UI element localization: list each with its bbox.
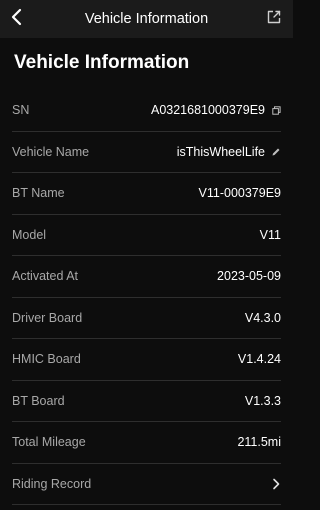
row-bt-board: BT Board V1.3.3 — [12, 381, 281, 422]
activated-at-label: Activated At — [12, 269, 79, 284]
bt-board-value: V1.3.3 — [244, 393, 281, 408]
bt-board-label: BT Board — [12, 393, 65, 408]
row-total-mileage: Total Mileage 211.5mi — [12, 422, 281, 464]
sn-label: SN — [12, 103, 30, 118]
model-value: V11 — [259, 227, 281, 242]
edit-pencil-icon[interactable] — [271, 147, 281, 157]
model-label: Model — [12, 227, 47, 242]
row-hmic-board: HMIC Board V1.4.24 — [12, 339, 281, 381]
total-mileage-value: 211.5mi — [237, 435, 281, 450]
sn-value: A0321681000379E9 — [150, 103, 265, 118]
row-activated-at: Activated At 2023-05-09 — [12, 256, 281, 298]
vehicle-name-label: Vehicle Name — [12, 144, 90, 159]
top-navigation-bar: Vehicle Information — [0, 0, 293, 38]
chevron-right-icon — [271, 477, 281, 491]
bt-name-label: BT Name — [12, 186, 65, 201]
row-model: Model V11 — [12, 215, 281, 256]
row-riding-record[interactable]: Riding Record — [12, 464, 281, 505]
hmic-board-label: HMIC Board — [12, 352, 81, 367]
copy-icon[interactable] — [271, 105, 281, 115]
activated-at-value: 2023-05-09 — [217, 269, 281, 284]
share-button[interactable] — [263, 8, 285, 30]
row-bt-name: BT Name V11-000379E9 — [12, 173, 281, 215]
vehicle-info-list: SN A0321681000379E9 Vehicle Name isThisW… — [0, 90, 293, 505]
row-driver-board: Driver Board V4.3.0 — [12, 298, 281, 339]
chevron-left-icon — [11, 8, 23, 31]
row-sn: SN A0321681000379E9 — [12, 90, 281, 132]
total-mileage-label: Total Mileage — [12, 435, 86, 450]
row-vehicle-name[interactable]: Vehicle Name isThisWheelLife — [12, 132, 281, 173]
bt-name-value: V11-000379E9 — [198, 186, 281, 201]
share-export-icon — [267, 10, 281, 29]
hmic-board-value: V1.4.24 — [237, 352, 281, 367]
driver-board-value: V4.3.0 — [244, 310, 281, 325]
riding-record-label: Riding Record — [12, 476, 92, 491]
back-button[interactable] — [6, 6, 28, 32]
driver-board-label: Driver Board — [12, 310, 83, 325]
nav-title: Vehicle Information — [84, 11, 209, 27]
vehicle-name-value: isThisWheelLife — [176, 144, 265, 159]
page-title: Vehicle Information — [14, 52, 190, 73]
